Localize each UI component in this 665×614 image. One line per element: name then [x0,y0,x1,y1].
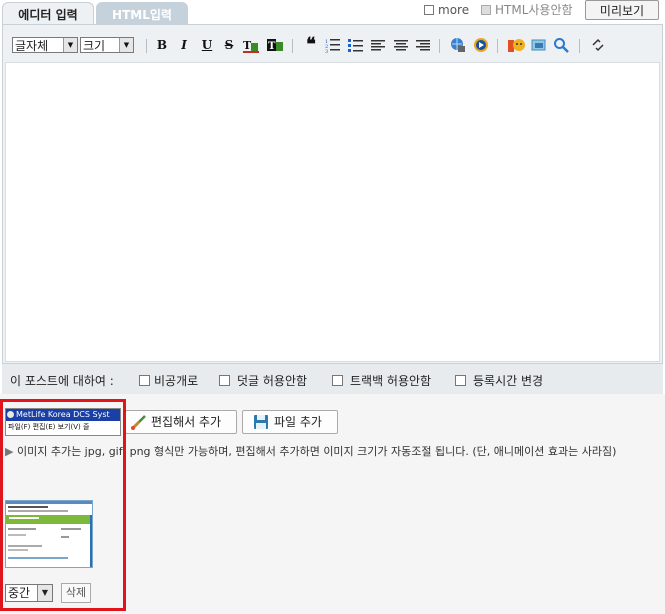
change-time-checkbox[interactable] [455,375,466,386]
attached-image-preview[interactable]: MetLife Korea DCS Syst 파일(F) 편집(E) 보기(V)… [5,408,121,436]
html-disable-label: HTML사용안함 [495,3,573,17]
post-options-bar: 이 포스트에 대하여 : 비공개로 덧글 허용안함 트랙백 허용안함 등록시간 … [2,364,663,394]
html-disable-checkbox[interactable] [481,5,491,15]
thumb-title-bar: MetLife Korea DCS Syst [6,409,120,421]
bullet-list-button[interactable] [348,37,364,53]
search-button[interactable] [553,37,569,53]
brush-icon [131,415,146,430]
play-icon [474,38,488,52]
private-checkbox[interactable] [139,375,150,386]
more-checkbox[interactable] [424,5,434,15]
private-label: 비공개로 [154,374,199,388]
delete-image-button[interactable]: 삭제 [61,583,91,603]
image-button[interactable] [531,37,547,53]
edit-add-label: 편집해서 추가 [151,415,222,429]
toolbar-divider [439,39,440,53]
align-left-button[interactable] [370,37,386,53]
no-trackback-label: 트랙백 허용안함 [350,374,432,388]
align-right-button[interactable] [415,37,431,53]
chevron-down-icon: ▼ [37,585,52,601]
more-label: more [438,3,470,17]
image-size-select[interactable]: 중간 ▼ [5,584,53,602]
font-family-select[interactable]: 글자체 ▼ [12,37,78,53]
image-thumbnail[interactable] [5,500,93,568]
numbered-list-button[interactable]: 123 [325,37,341,55]
post-options-label: 이 포스트에 대하여 : [10,374,114,388]
align-right-icon [416,40,430,51]
screenshot-thumbnail-image [6,501,92,567]
search-icon [554,38,569,53]
save-disk-icon [254,415,268,429]
image-info-text: ▶ 이미지 추가는 jpg, gif, png 형식만 가능하며, 편집해서 추… [5,443,660,459]
link-button[interactable] [450,37,466,53]
highlight-icon: T [267,39,283,52]
thumb-title-text: MetLife Korea DCS Syst [16,410,110,419]
toolbar-divider [497,39,498,53]
no-trackback-option[interactable]: 트랙백 허용안함 [332,372,431,389]
align-center-button[interactable] [393,37,409,53]
image-size-value: 중간 [8,586,31,600]
chevron-down-icon: ▼ [119,38,133,52]
font-size-select[interactable]: 크기 ▼ [80,37,134,53]
svg-text:T: T [243,39,252,52]
italic-button[interactable]: I [176,37,192,53]
media-button[interactable] [473,37,489,53]
bold-button[interactable]: B [154,37,170,53]
svg-text:3: 3 [325,49,328,53]
image-info-label: 이미지 추가는 jpg, gif, png 형식만 가능하며, 편집해서 추가하… [16,445,617,458]
edit-add-button[interactable]: 편집해서 추가 [125,410,237,434]
private-option[interactable]: 비공개로 [139,372,198,389]
no-comment-checkbox[interactable] [219,375,230,386]
text-color-button[interactable]: T [243,37,259,53]
strikethrough-button[interactable]: S [221,37,237,53]
preview-button[interactable]: 미리보기 [585,0,659,20]
more-checkbox-group[interactable]: more [424,2,469,18]
toolbar-divider [579,39,580,53]
emoticon-button[interactable] [508,37,525,53]
no-comment-option[interactable]: 덧글 허용안함 [219,372,307,389]
change-time-label: 등록시간 변경 [473,374,544,388]
align-center-icon [394,40,408,51]
no-trackback-checkbox[interactable] [332,375,343,386]
info-bullet-icon: ▶ [5,445,17,458]
editor-content-area[interactable] [5,62,660,362]
font-family-value: 글자체 [15,39,49,53]
no-comment-label: 덧글 허용안함 [237,374,308,388]
html-disable-checkbox-group[interactable]: HTML사용안함 [481,2,573,18]
underline-button[interactable]: U [199,37,215,53]
emoticon-icon [508,39,525,52]
svg-text:T: T [268,41,276,52]
bullet-list-icon [348,39,363,52]
refresh-icon [592,38,604,52]
globe-link-icon [451,38,465,52]
quote-icon[interactable]: ❝ [303,36,319,54]
align-left-icon [371,40,385,51]
toolbar-divider [292,39,293,53]
tab-html-input[interactable]: HTML입력 [96,2,188,26]
thumb-menu-bar: 파일(F) 편집(E) 보기(V) 즐 [8,423,90,431]
text-color-icon: T [243,39,259,53]
file-add-label: 파일 추가 [274,415,322,429]
background-color-button[interactable]: T [266,37,283,53]
image-icon [531,39,546,51]
change-time-option[interactable]: 등록시간 변경 [455,372,543,389]
tab-editor-input[interactable]: 에디터 입력 [2,2,94,25]
editor-toolbar: 글자체 ▼ 크기 ▼ B I U S T T ❝ 123 [3,33,662,59]
numbered-list-icon: 123 [325,39,340,55]
editor-frame: 글자체 ▼ 크기 ▼ B I U S T T ❝ 123 [2,24,663,364]
font-size-value: 크기 [83,39,106,53]
file-add-button[interactable]: 파일 추가 [242,410,338,434]
convert-button[interactable] [590,37,606,53]
chevron-down-icon: ▼ [63,38,77,52]
window-icon [7,411,14,418]
toolbar-divider [146,39,147,53]
